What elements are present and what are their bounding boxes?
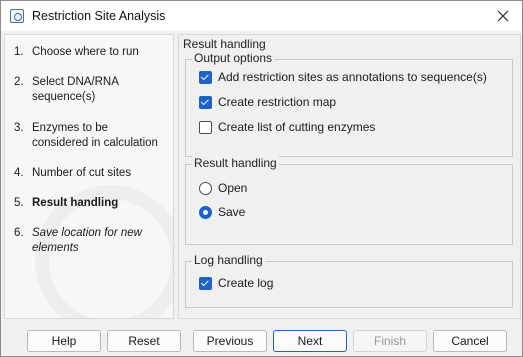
create-restriction-map-checkbox[interactable]: Create restriction map [199,95,336,109]
step-number: 1. [14,46,24,58]
next-button[interactable]: Next [273,330,347,352]
radio-label: Save [218,205,246,219]
step-label: Choose where to run [32,46,139,58]
step-5: 5. Result handling [14,196,167,211]
create-log-checkbox[interactable]: Create log [199,276,273,290]
radio-circle[interactable] [199,205,212,219]
add-annotations-checkbox[interactable]: Add restriction sites as annotations to … [199,70,487,84]
step-label: Number of cut sites [32,167,132,179]
checkbox-label: Add restriction sites as annotations to … [218,70,487,84]
finish-button[interactable]: Finish [353,330,427,352]
close-button[interactable] [488,4,518,28]
title-bar: Restriction Site Analysis [1,1,522,31]
step-6: 6. Save location for new elements [14,226,167,256]
checkbox-box[interactable] [199,120,212,134]
open-radio[interactable]: Open [199,181,247,195]
step-number: 2. [14,76,24,88]
output-options-group: Output options Add restriction sites as … [185,51,513,157]
group-legend: Output options [192,51,275,65]
app-logo-icon [10,9,24,23]
help-button[interactable]: Help [27,330,101,352]
wizard-steps-panel: 1. Choose where to run 2. Select DNA/RNA… [4,34,174,319]
save-radio[interactable]: Save [199,205,245,219]
reset-button[interactable]: Reset [107,330,181,352]
cancel-button[interactable]: Cancel [433,330,507,352]
step-label: Result handling [32,197,119,209]
group-legend: Result handling [192,156,279,170]
step-number: 4. [14,167,24,179]
checkbox-box[interactable] [199,276,212,290]
step-label: Save location for new elements [32,227,142,254]
create-enzyme-list-checkbox[interactable]: Create list of cutting enzymes [199,120,375,134]
step-2: 2. Select DNA/RNA sequence(s) [14,75,167,105]
result-handling-group: Result handling Open Save [185,156,513,245]
step-number: 5. [14,197,24,209]
log-handling-group: Log handling Create log [185,253,513,308]
step-number: 3. [14,122,24,134]
close-icon [497,10,509,22]
dialog-window: Restriction Site Analysis 1. Choose wher… [0,0,523,357]
step-label: Enzymes to be considered in calculation [32,122,158,149]
step-1: 1. Choose where to run [14,45,167,60]
radio-circle[interactable] [199,181,212,195]
step-label: Select DNA/RNA sequence(s) [32,76,119,103]
step-3: 3. Enzymes to be considered in calculati… [14,121,167,151]
previous-button[interactable]: Previous [193,330,267,352]
checkbox-box[interactable] [199,95,212,109]
checkbox-label: Create restriction map [218,95,337,109]
checkbox-label: Create list of cutting enzymes [218,120,376,134]
checkbox-label: Create log [218,276,274,290]
window-title: Restriction Site Analysis [32,9,166,23]
step-number: 6. [14,227,24,239]
radio-label: Open [218,181,248,195]
step-4: 4. Number of cut sites [14,166,167,181]
wizard-content-panel: Result handling Output options Add restr… [178,34,521,319]
checkbox-box[interactable] [199,70,212,84]
group-legend: Log handling [192,253,265,267]
page-title: Result handling [183,37,266,51]
